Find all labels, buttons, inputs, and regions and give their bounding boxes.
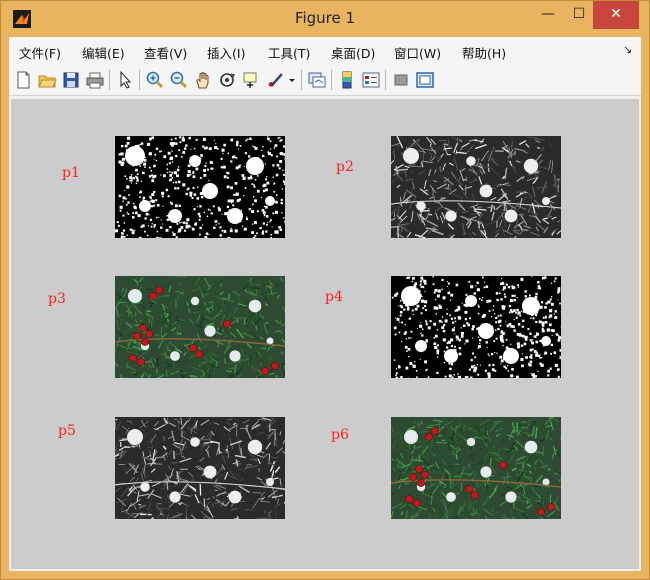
image-panel-p6[interactable] <box>391 417 561 519</box>
panel-label-p5: p5 <box>58 423 76 439</box>
pan-hand-icon[interactable] <box>193 70 213 90</box>
figure-canvas: p1 p2 p3 p4 p5 p6 <box>11 99 639 569</box>
menu-file[interactable]: 文件(F) <box>19 43 61 62</box>
brush-icon[interactable] <box>265 70 285 90</box>
menu-insert[interactable]: 插入(I) <box>207 43 245 62</box>
zoom-in-icon[interactable] <box>145 70 165 90</box>
menu-help[interactable]: 帮助(H) <box>462 43 506 62</box>
menu-dock-arrow-icon[interactable]: ↘ <box>623 43 632 56</box>
link-plot-icon[interactable] <box>307 70 327 90</box>
data-cursor-icon[interactable] <box>241 70 261 90</box>
menu-bar: 文件(F) 编辑(E) 查看(V) 插入(I) 工具(T) 桌面(D) 窗口(W… <box>9 37 641 65</box>
menu-desktop[interactable]: 桌面(D) <box>331 43 375 62</box>
figure-toolbar <box>9 65 641 96</box>
window-client-area: 文件(F) 编辑(E) 查看(V) 插入(I) 工具(T) 桌面(D) 窗口(W… <box>9 37 641 571</box>
image-panel-p2[interactable] <box>391 136 561 238</box>
print-icon[interactable] <box>85 70 105 90</box>
toolbar-separator <box>301 70 302 90</box>
toolbar-separator <box>139 70 140 90</box>
image-panel-p4[interactable] <box>391 276 561 378</box>
menu-tools[interactable]: 工具(T) <box>268 43 310 62</box>
toolbar-separator <box>385 70 386 90</box>
image-panel-p3[interactable] <box>115 276 285 378</box>
open-file-icon[interactable] <box>37 70 57 90</box>
save-icon[interactable] <box>61 70 81 90</box>
hide-plot-tools-icon[interactable] <box>391 70 411 90</box>
legend-icon[interactable] <box>361 70 381 90</box>
menu-view[interactable]: 查看(V) <box>144 43 187 62</box>
toolbar-separator <box>109 70 110 90</box>
panel-label-p2: p2 <box>336 159 354 175</box>
maximize-button[interactable]: ☐ <box>563 1 595 29</box>
colorbar-icon[interactable] <box>337 70 357 90</box>
show-plot-tools-icon[interactable] <box>415 70 435 90</box>
panel-label-p4: p4 <box>325 289 343 305</box>
close-button[interactable]: ✕ <box>593 1 639 29</box>
panel-label-p6: p6 <box>331 427 349 443</box>
new-figure-icon[interactable] <box>13 70 33 90</box>
rotate-3d-icon[interactable] <box>217 70 237 90</box>
toolbar-separator <box>331 70 332 90</box>
zoom-out-icon[interactable] <box>169 70 189 90</box>
image-panel-p5[interactable] <box>115 417 285 519</box>
title-bar[interactable]: Figure 1 — ☐ ✕ <box>1 1 649 37</box>
brush-dropdown-icon[interactable] <box>287 70 297 90</box>
image-panel-p1[interactable] <box>115 136 285 238</box>
panel-label-p3: p3 <box>48 291 66 307</box>
menu-window[interactable]: 窗口(W) <box>394 43 441 62</box>
menu-edit[interactable]: 编辑(E) <box>82 43 125 62</box>
panel-label-p1: p1 <box>62 165 80 181</box>
minimize-button[interactable]: — <box>532 1 564 29</box>
edit-plot-arrow-icon[interactable] <box>115 70 135 90</box>
figure-window: Figure 1 — ☐ ✕ 文件(F) 编辑(E) 查看(V) 插入(I) 工… <box>0 0 650 580</box>
